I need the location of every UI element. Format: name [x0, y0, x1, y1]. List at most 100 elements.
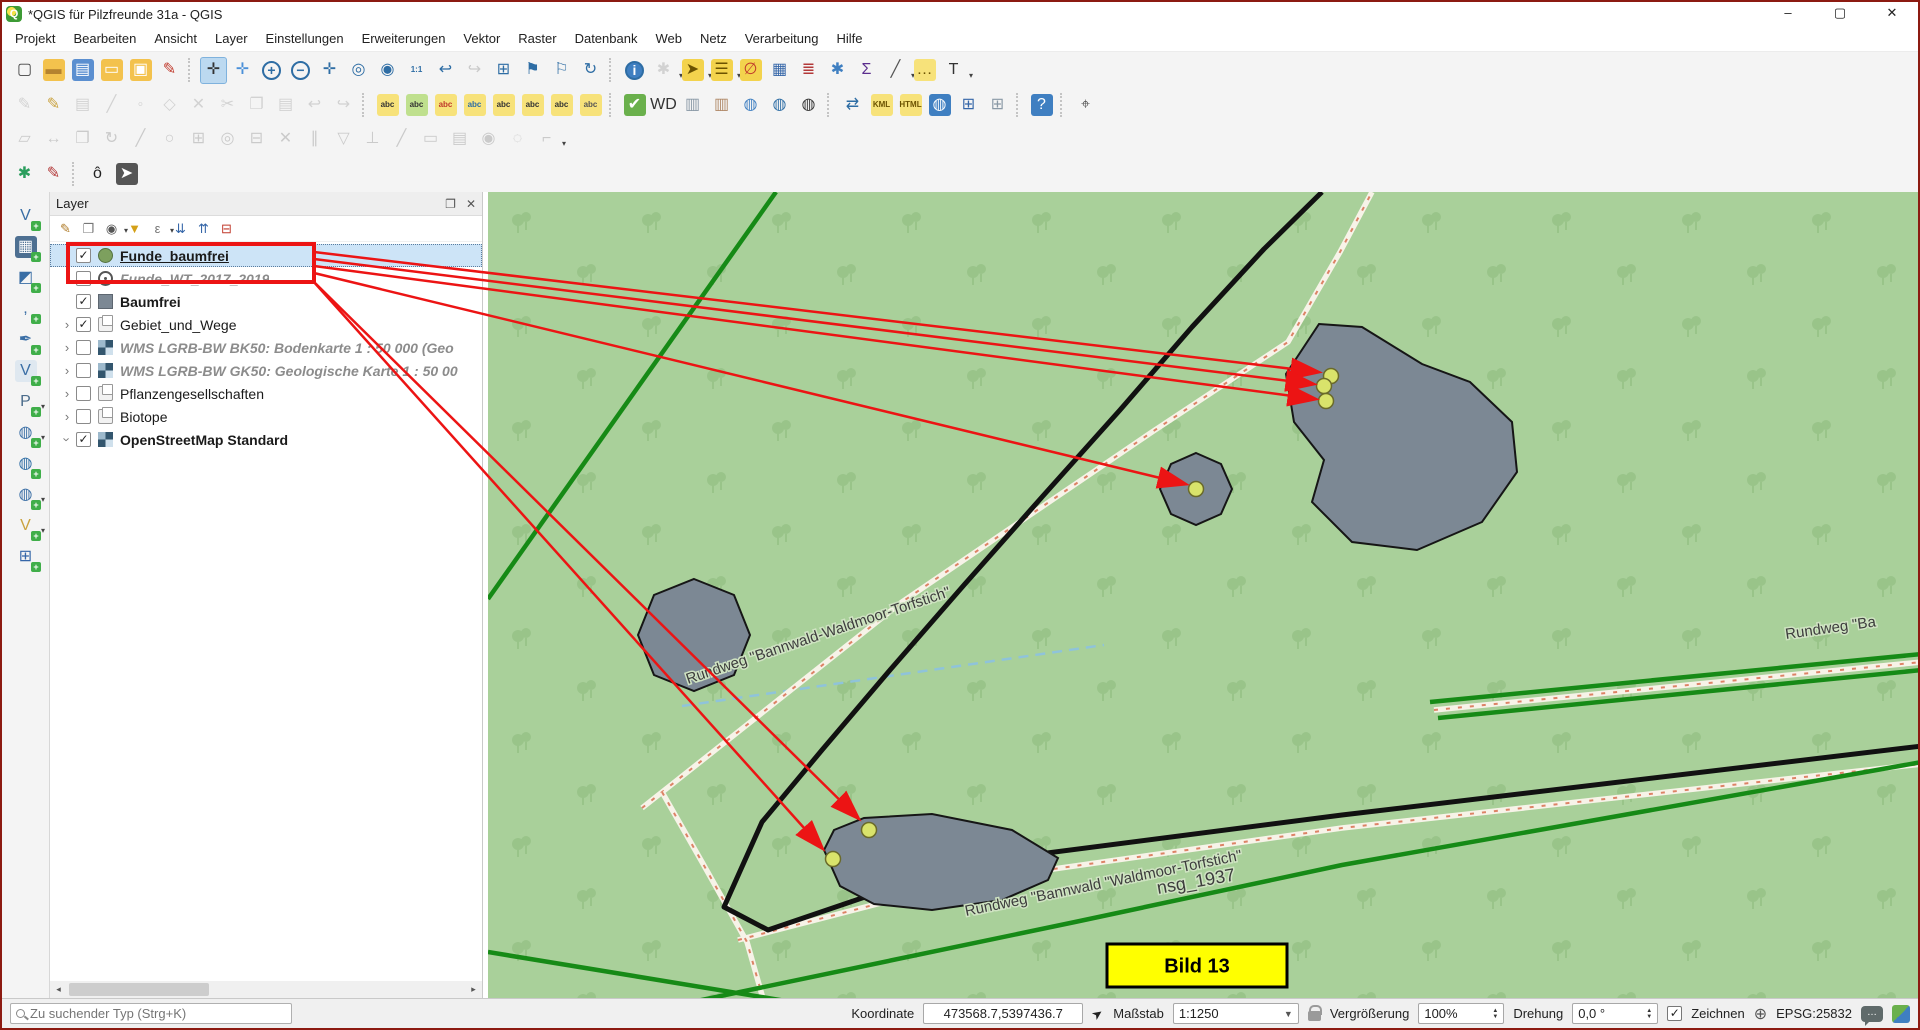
- rotation-spinbox[interactable]: 0,0 ° ▲▼: [1572, 1003, 1658, 1024]
- new-map-view-button[interactable]: ⊞: [490, 57, 517, 84]
- zoom-to-layer-button[interactable]: ◉: [374, 57, 401, 84]
- refresh-map-button[interactable]: ↻: [577, 57, 604, 84]
- add-virtual-vector-button[interactable]: V+: [12, 357, 39, 384]
- globe-plugin-button[interactable]: ◍: [926, 92, 953, 119]
- menu-einstellungen[interactable]: Einstellungen: [257, 27, 353, 50]
- metasearch-button[interactable]: ◍: [737, 92, 764, 119]
- add-wms-layer-button[interactable]: ◍+▾: [12, 419, 39, 446]
- layer-diagram-button[interactable]: abc: [403, 92, 430, 119]
- save-project-button[interactable]: ▤: [69, 57, 96, 84]
- scale-lock-button[interactable]: ô: [84, 160, 111, 187]
- text-annotation-button[interactable]: T▾: [940, 57, 967, 84]
- deselect-all-button[interactable]: ∅: [737, 57, 764, 84]
- scroll-left-icon[interactable]: ◂: [50, 984, 67, 995]
- crs-value[interactable]: EPSG:25832: [1776, 1006, 1852, 1021]
- lock-scale-icon[interactable]: [1308, 1011, 1321, 1021]
- add-vector-layer-button[interactable]: V+: [12, 202, 39, 229]
- measure-line-button[interactable]: ╱▾: [882, 57, 909, 84]
- osm-tools-button[interactable]: ◍: [795, 92, 822, 119]
- layer-row-funde-baumfrei[interactable]: ✓Funde_baumfrei: [50, 244, 482, 267]
- maximize-button[interactable]: ▢: [1814, 2, 1866, 26]
- expander-icon[interactable]: ›: [60, 431, 75, 449]
- open-project-button[interactable]: ▬: [40, 57, 67, 84]
- locator-search[interactable]: [10, 1003, 292, 1024]
- select-by-value-button[interactable]: ☰▾: [708, 57, 735, 84]
- layer-checkbox[interactable]: [76, 271, 91, 286]
- open-attribute-table-button[interactable]: ▦: [766, 57, 793, 84]
- help-button[interactable]: ?: [1028, 92, 1055, 119]
- select-features-button[interactable]: ➤▾: [679, 57, 706, 84]
- highlight-pinned-labels-button[interactable]: abc: [461, 92, 488, 119]
- new-project-button[interactable]: ▢: [11, 57, 38, 84]
- layout-manager-button[interactable]: ▣: [127, 57, 154, 84]
- scrollbar-thumb[interactable]: [69, 983, 209, 996]
- menu-layer[interactable]: Layer: [206, 27, 257, 50]
- grid-tools-2-button[interactable]: ⊞: [984, 92, 1011, 119]
- zoom-to-selection-button[interactable]: ◎: [345, 57, 372, 84]
- layer-checkbox[interactable]: [76, 363, 91, 378]
- web-services-button[interactable]: ◍: [766, 92, 793, 119]
- add-wfs-layer-button[interactable]: ◍+▾: [12, 481, 39, 508]
- check-validity-button[interactable]: ✔: [621, 92, 648, 119]
- menu-bearbeiten[interactable]: Bearbeiten: [64, 27, 145, 50]
- layer-row-openstreetmap-standard[interactable]: ›✓OpenStreetMap Standard: [50, 428, 482, 451]
- add-delimited-text-layer-button[interactable]: ,+: [12, 295, 39, 322]
- remove-layer-button[interactable]: ⊟: [216, 218, 237, 239]
- vertex-editor-plugin-button[interactable]: ✱: [11, 160, 38, 187]
- expander-icon[interactable]: ›: [58, 317, 76, 332]
- pan-map-button[interactable]: ✛: [200, 57, 227, 84]
- rotate-label-button[interactable]: abc: [519, 92, 546, 119]
- scale-combobox[interactable]: 1:1250 ▼: [1173, 1003, 1299, 1024]
- db-manager-button[interactable]: ▥: [679, 92, 706, 119]
- style-manager-button[interactable]: ✎: [156, 57, 183, 84]
- new-geopackage-layer-button[interactable]: ⊞+: [12, 543, 39, 570]
- layer-row-wms-lgrb-bw-gk50-geologische-karte-1-50-00[interactable]: ›WMS LGRB-BW GK50: Geologische Karte 1 :…: [50, 359, 482, 382]
- menu-ansicht[interactable]: Ansicht: [145, 27, 206, 50]
- layer-checkbox[interactable]: [76, 409, 91, 424]
- render-checkbox[interactable]: ✓: [1667, 1006, 1682, 1021]
- statistics-panel-button[interactable]: ≣: [795, 57, 822, 84]
- show-bookmarks-button[interactable]: ⚐: [548, 57, 575, 84]
- raster-select-button[interactable]: ➤: [113, 160, 140, 187]
- expander-icon[interactable]: ›: [58, 363, 76, 378]
- add-group-button[interactable]: ❐: [78, 218, 99, 239]
- map-tips-button[interactable]: …: [911, 57, 938, 84]
- scroll-right-icon[interactable]: ▸: [465, 984, 482, 995]
- menu-web[interactable]: Web: [646, 27, 691, 50]
- zoom-in-button[interactable]: +: [258, 57, 285, 84]
- add-mesh-layer-button[interactable]: ◩+: [12, 264, 39, 291]
- layer-checkbox[interactable]: ✓: [76, 294, 91, 309]
- zoom-native-button[interactable]: 1:1: [403, 57, 430, 84]
- toggle-editing-button[interactable]: ✎: [40, 92, 67, 119]
- layer-labeling-button[interactable]: abc: [374, 92, 401, 119]
- layer-row-pflanzengesellschaften[interactable]: ›Pflanzengesellschaften: [50, 382, 482, 405]
- minimize-button[interactable]: –: [1762, 2, 1814, 26]
- zoom-last-button[interactable]: ↩: [432, 57, 459, 84]
- extents-toggle-icon[interactable]: ➤: [1090, 1005, 1107, 1022]
- layer-row-baumfrei[interactable]: ✓Baumfrei: [50, 290, 482, 313]
- styling-plugin-button[interactable]: ✎: [40, 160, 67, 187]
- change-label-button[interactable]: abc: [548, 92, 575, 119]
- zoom-full-extent-button[interactable]: ✛: [316, 57, 343, 84]
- wd-plugin-button[interactable]: WD: [650, 92, 677, 119]
- expand-all-button[interactable]: ⇊: [170, 218, 191, 239]
- menu-projekt[interactable]: Projekt: [6, 27, 64, 50]
- crs-globe-icon[interactable]: ⊕: [1754, 1004, 1767, 1024]
- new-print-layout-button[interactable]: ▭: [98, 57, 125, 84]
- add-virtual-layer-button[interactable]: V+▾: [12, 512, 39, 539]
- pin-labels-button[interactable]: abc: [432, 92, 459, 119]
- layer-checkbox[interactable]: [76, 340, 91, 355]
- cad-dock-button[interactable]: ⌖: [1072, 92, 1099, 119]
- layer-row-biotope[interactable]: ›Biotope: [50, 405, 482, 428]
- magnifier-spinbox[interactable]: 100% ▲▼: [1418, 1003, 1504, 1024]
- map-canvas[interactable]: Rundweg "Bannwald-Waldmoor-Torfstich"Run…: [488, 192, 1918, 998]
- expander-icon[interactable]: ›: [58, 340, 76, 355]
- offline-editing-button[interactable]: ▥: [708, 92, 735, 119]
- pan-to-selection-button[interactable]: ✛: [229, 57, 256, 84]
- grid-tools-button[interactable]: ⊞: [955, 92, 982, 119]
- filter-by-expression-button[interactable]: ε▾: [147, 218, 168, 239]
- spinner-icons[interactable]: ▲▼: [1646, 1008, 1652, 1020]
- menu-raster[interactable]: Raster: [509, 27, 565, 50]
- layer-row-gebiet-und-wege[interactable]: ›✓Gebiet_und_Wege: [50, 313, 482, 336]
- kml-tools-button[interactable]: KML: [868, 92, 895, 119]
